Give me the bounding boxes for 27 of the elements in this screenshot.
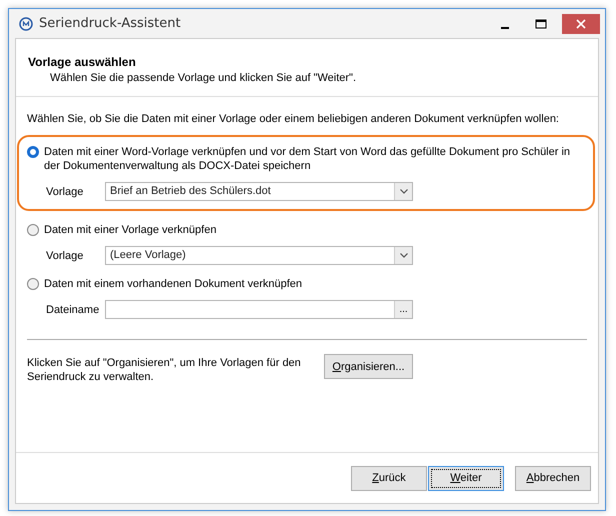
radio-button[interactable] (27, 146, 39, 158)
page-subtitle: Wählen Sie die passende Vorlage und klicken Sie auf "Weiter". (49, 72, 358, 84)
field-label: Vorlage (46, 186, 84, 198)
organize-hint: Klicken Sie auf "Organisieren", um Ihre Vorlagen für den Seriendruck zu verwalten. (27, 356, 302, 384)
app-logo-icon (19, 16, 33, 30)
radio-button[interactable] (27, 224, 39, 236)
instruction-text: Wählen Sie, ob Sie die Daten mit einer Vorlage oder einem beliebigen anderen Dokument verknüpfen wollen: (27, 113, 560, 125)
option-label: Daten mit einem vorhandenen Dokument verknüpfen (44, 277, 304, 291)
template-dropdown[interactable]: (Leere Vorlage) (105, 246, 413, 265)
page-heading: Vorlage auswählen (28, 55, 137, 69)
option-label: Daten mit einer Vorlage verknüpfen (44, 223, 218, 237)
field-label: Vorlage (46, 250, 84, 262)
dialog-button[interactable]: Weiter (428, 466, 504, 490)
filename-field[interactable]: ... (105, 300, 413, 319)
template-dropdown[interactable]: Brief an Betrieb des Schülers.dot (105, 182, 413, 201)
close-button[interactable] (562, 14, 600, 34)
option-label: Daten mit einer Word-Vorlage verknüpfen und vor dem Start von Word das gefüllte Dokument pro Schüler in der Dokumentenverwaltung als DOCX-Datei speichern (44, 145, 572, 173)
close-icon (576, 18, 586, 28)
window-title: Seriendruck-Assistent (39, 16, 182, 31)
browse-button[interactable]: ... (394, 301, 412, 318)
radio-button[interactable] (27, 278, 39, 290)
field-label: Dateiname (46, 304, 100, 316)
dialog-button[interactable]: Zurück (351, 466, 427, 490)
organize-button[interactable]: Organisieren... (324, 354, 413, 379)
minimize-icon (501, 26, 509, 28)
maximize-icon (535, 18, 547, 28)
dialog-button[interactable]: Abbrechen (515, 466, 591, 490)
